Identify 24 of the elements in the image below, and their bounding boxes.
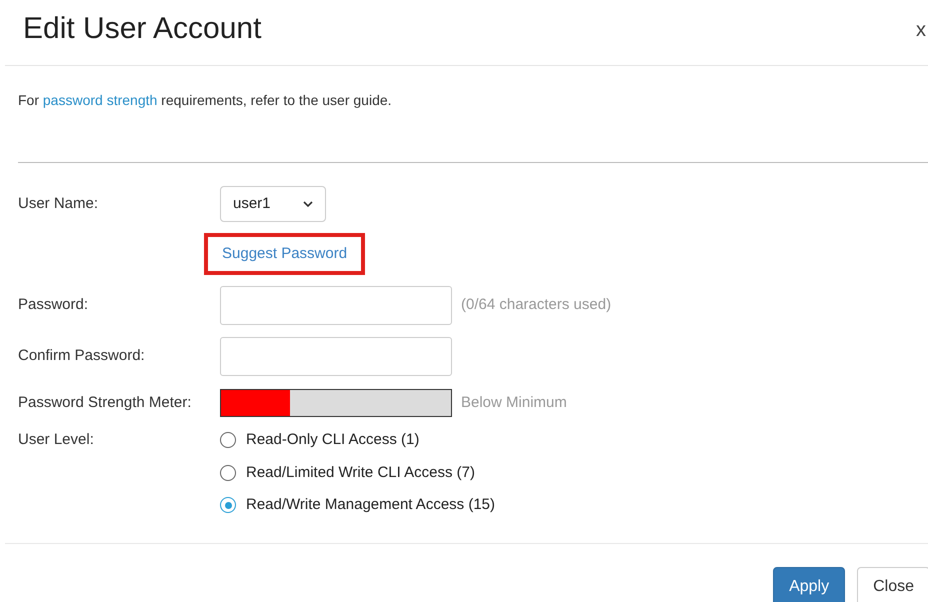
user-level-option[interactable]: Read/Limited Write CLI Access (7) <box>220 462 928 484</box>
close-dialog-button[interactable]: Close <box>857 566 928 602</box>
field-label: User Name: <box>18 194 100 214</box>
intro-text: For password strength requirements, refer to the user guide. <box>18 91 393 110</box>
dialog-title: Edit User Account <box>23 11 262 47</box>
dialog-close-x[interactable]: x <box>916 10 928 40</box>
strength-reading: Below Minimum <box>461 392 567 413</box>
character-counter: (0/64 characters used) <box>461 295 612 316</box>
password-strength-link[interactable]: password strength <box>42 92 158 108</box>
radio-button[interactable] <box>220 464 236 481</box>
confirm-password-field[interactable] <box>220 337 452 376</box>
field-label: Password Strength Meter: <box>18 392 192 413</box>
user-name-select[interactable]: user1 <box>220 186 326 222</box>
chevron-down-icon <box>303 200 313 208</box>
user-level-option[interactable]: Read/Write Management Access (15) <box>220 494 928 516</box>
radio-button[interactable] <box>220 432 236 448</box>
field-label: Confirm Password: <box>18 346 146 366</box>
apply-button[interactable]: Apply <box>773 566 846 602</box>
user-level-option[interactable]: Read-Only CLI Access (1) <box>220 429 928 452</box>
suggest-password-link[interactable]: Suggest Password <box>222 245 348 262</box>
field-label: Password: <box>18 295 90 316</box>
radio-button[interactable] <box>220 497 236 514</box>
field-label: User Level: <box>18 430 95 450</box>
password-field[interactable] <box>220 286 452 325</box>
